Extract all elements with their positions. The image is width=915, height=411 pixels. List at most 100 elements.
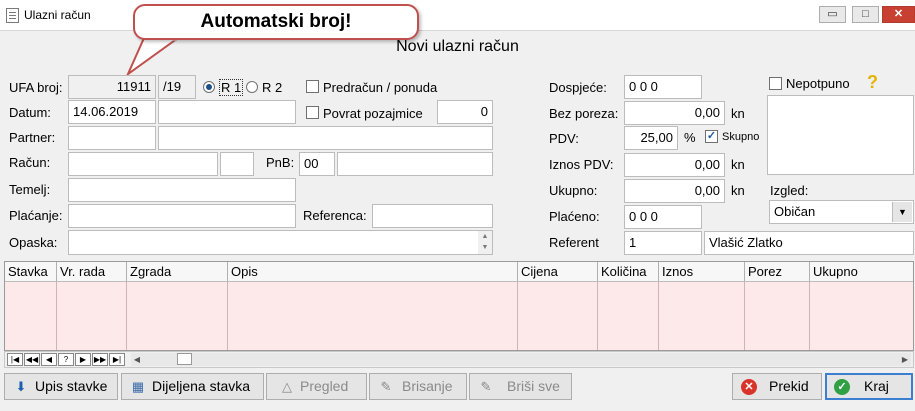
triangle-icon: △ [282,379,292,394]
ufa-year-field[interactable]: /19 [158,75,196,99]
racun-label: Račun: [9,155,51,170]
referent-name-field[interactable]: Vlašić Zlatko [704,231,914,255]
nav-search-button[interactable]: ? [58,353,74,366]
nav-last-button[interactable]: ▶| [109,353,125,366]
window-icon [6,8,19,23]
col-cijena[interactable]: Cijena [518,262,598,281]
ufa-label: UFA broj: [9,80,63,95]
eraser-all-icon: ✎ [480,379,492,394]
pdv-label: PDV: [549,131,579,146]
col-stavka[interactable]: Stavka [5,262,57,281]
close-button[interactable]: ✕ [882,6,915,23]
grid-divider [227,281,228,350]
opaska-label: Opaska: [9,235,58,250]
scroll-thumb[interactable] [177,353,192,365]
dospijece-field[interactable]: 0 0 0 [624,75,702,99]
datum-extra-field[interactable] [158,100,296,124]
placeno-field[interactable]: 0 0 0 [624,205,702,229]
check-icon: ✓ [834,379,850,395]
racun-model-field[interactable] [220,152,254,176]
grid-divider [658,281,659,350]
placanje-label: Plaćanje: [9,208,63,223]
iznos-pdv-field[interactable]: 0,00 [624,153,725,177]
placanje-field[interactable] [68,204,296,228]
scroll-left-icon[interactable]: ◀ [131,353,143,366]
pnb-label: PnB: [266,155,295,170]
col-opis[interactable]: Opis [228,262,518,281]
referent-label: Referent [549,235,599,250]
upis-stavke-button[interactable]: ⬇ Upis stavke [4,373,118,400]
maximize-button[interactable]: □ [852,6,879,23]
grid-divider [56,281,57,350]
dijeljena-stavka-button[interactable]: ▦ Dijeljena stavka [121,373,264,400]
opaska-field[interactable] [68,230,493,255]
percent-label: % [684,130,696,145]
partner-name-field[interactable] [158,126,493,150]
window-title: Ulazni račun [24,8,91,22]
ufa-number-field[interactable]: 11911 [68,75,156,99]
chevron-down-icon[interactable]: ▼ [892,202,912,222]
kn-label: kn [731,157,745,172]
brisanje-button[interactable]: ✎ Brisanje [369,373,467,400]
callout-automatic-number: Automatski broj! [133,4,419,40]
items-grid[interactable]: Stavka Vr. rada Zgrada Opis Cijena Količ… [4,261,914,351]
nav-prev-button[interactable]: ◀ [41,353,57,366]
referent-id-field[interactable]: 1 [624,231,702,255]
nav-prev-page-button[interactable]: ◀◀ [24,353,40,366]
opaska-scrollbar[interactable]: ▲ ▼ [478,231,492,254]
add-row-icon: ⬇ [15,379,27,394]
nav-next-page-button[interactable]: ▶▶ [92,353,108,366]
kraj-button[interactable]: ✓ Kraj [825,373,913,400]
pnb-model-field[interactable]: 00 [299,152,335,176]
notes-box[interactable] [767,95,914,175]
kn-label: kn [731,183,745,198]
povrat-field[interactable]: 0 [437,100,493,124]
izgled-select[interactable]: Običan ▼ [769,200,914,224]
ukupno-label: Ukupno: [549,183,598,198]
bez-poreza-label: Bez poreza: [549,106,619,121]
col-kolicina[interactable]: Količina [598,262,659,281]
minimize-button[interactable]: ▭ [819,6,846,23]
izgled-value: Običan [774,204,816,219]
r1-radio[interactable] [203,81,215,93]
racun-field[interactable] [68,152,218,176]
grid-divider [126,281,127,350]
predracun-label: Predračun / ponuda [323,80,438,95]
nav-first-button[interactable]: |◀ [7,353,23,366]
datum-field[interactable]: 14.06.2019 [68,100,156,124]
povrat-label: Povrat pozajmice [323,106,423,121]
help-icon[interactable]: ? [867,72,878,93]
col-zgrada[interactable]: Zgrada [127,262,228,281]
skupno-checkbox[interactable]: ✓ [705,130,718,143]
iznos-pdv-label: Iznos PDV: [549,157,614,172]
cancel-icon: ✕ [741,379,757,395]
bez-poreza-field[interactable]: 0,00 [624,101,725,125]
povrat-checkbox[interactable] [306,106,319,119]
prekid-button[interactable]: ✕ Prekid [732,373,822,400]
brisi-sve-button[interactable]: ✎ Briši sve [469,373,572,400]
col-ukupno[interactable]: Ukupno [810,262,913,281]
form-title: Novi ulazni račun [396,38,519,55]
datum-label: Datum: [9,105,51,120]
pdv-rate-field[interactable]: 25,00 [624,126,678,150]
skupno-label: Skupno [722,131,760,143]
temelj-field[interactable] [68,178,296,202]
referenca-label: Referenca: [303,208,367,223]
grid-navigator: |◀ ◀◀ ◀ ? ▶ ▶▶ ▶| ◀ ▶ [4,351,914,368]
pnb-field[interactable] [337,152,493,176]
col-porez[interactable]: Porez [745,262,810,281]
pregled-button[interactable]: △ Pregled [266,373,367,400]
ukupno-field[interactable]: 0,00 [624,179,725,203]
nepotpuno-checkbox[interactable] [769,77,782,90]
referenca-field[interactable] [372,204,493,228]
partner-code-field[interactable] [68,126,156,150]
horizontal-scrollbar[interactable]: ◀ ▶ [131,353,911,366]
temelj-label: Temelj: [9,182,51,197]
grid-header: Stavka Vr. rada Zgrada Opis Cijena Količ… [5,262,913,282]
nav-next-button[interactable]: ▶ [75,353,91,366]
col-vr-rada[interactable]: Vr. rada [57,262,127,281]
predracun-checkbox[interactable] [306,80,319,93]
r2-radio[interactable] [246,81,258,93]
scroll-right-icon[interactable]: ▶ [899,353,911,366]
col-iznos[interactable]: Iznos [659,262,745,281]
